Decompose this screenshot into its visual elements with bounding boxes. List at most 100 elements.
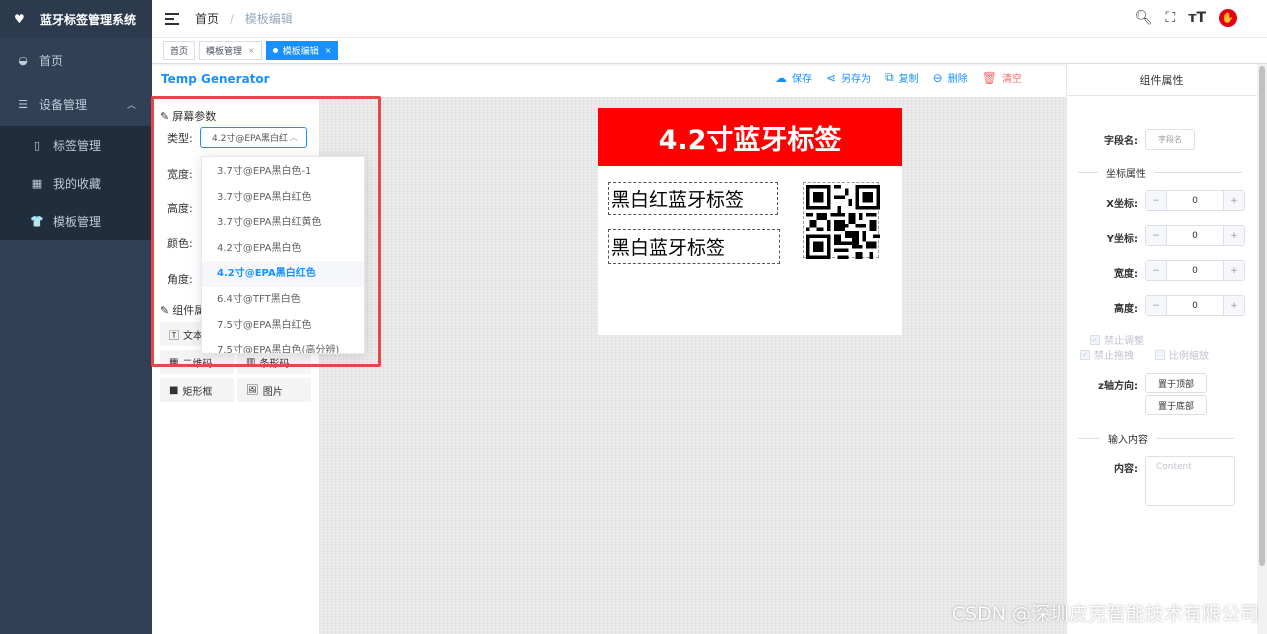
edit-icon: ✎: [160, 109, 170, 123]
edit-icon: ✎: [160, 303, 170, 317]
label-header[interactable]: 4.2寸蓝牙标签: [598, 108, 902, 166]
y-label: Y坐标:: [1106, 234, 1138, 245]
chevron-up-icon: ︿: [290, 133, 298, 142]
save-as-button[interactable]: ⋖ 另存为: [826, 70, 872, 86]
app-logo[interactable]: ♥ 蓝牙标签管理系统: [0, 0, 152, 38]
check-icon: ✓: [1090, 334, 1100, 345]
height-label: 高度:: [167, 202, 193, 215]
color-label: 颜色:: [167, 237, 193, 250]
type-select[interactable]: 4.2寸@EPA黑白红 ︿: [200, 127, 307, 148]
send-to-bottom-button[interactable]: 置于底部: [1145, 395, 1207, 415]
image-component-button[interactable]: 🖼︎ 图片: [237, 378, 311, 402]
sidebar-item-home[interactable]: ◒ 首页: [0, 38, 152, 82]
sidebar: ♥ 蓝牙标签管理系统 ◒ 首页 ☰ 设备管理 ︿ ▯ 标签管理 ▦ 我的收藏 👕…: [0, 0, 152, 634]
width-value[interactable]: 0: [1167, 261, 1223, 280]
copy-icon: ⧉: [885, 70, 894, 84]
dropdown-option[interactable]: 4.2寸@EPA黑白色: [202, 236, 364, 262]
active-dot: [272, 48, 278, 53]
disable-resize-checkbox[interactable]: ✓ 禁止调整: [1090, 332, 1144, 347]
save-button[interactable]: ☁ 保存: [775, 70, 812, 86]
y-value[interactable]: 0: [1167, 226, 1223, 245]
phone-icon: ▯: [33, 138, 41, 152]
dropdown-option[interactable]: 6.4寸@TFT黑白色: [202, 287, 364, 313]
sidebar-item-favorites[interactable]: ▦ 我的收藏: [0, 164, 152, 202]
dropdown-option-selected[interactable]: 4.2寸@EPA黑白红色: [202, 261, 364, 287]
tag-template-management[interactable]: 模板管理 ×: [199, 41, 262, 60]
width-stepper[interactable]: −0 +: [1145, 260, 1245, 281]
disable-drag-checkbox[interactable]: ✓ 禁止拖拽: [1080, 347, 1134, 362]
sidebar-item-device-management[interactable]: ☰ 设备管理 ︿: [0, 82, 152, 126]
x-label: X坐标:: [1106, 199, 1138, 210]
tag-home[interactable]: 首页: [163, 41, 196, 60]
close-icon[interactable]: ×: [325, 46, 332, 55]
minus-button[interactable]: −: [1146, 261, 1167, 280]
field-name-input[interactable]: 字段名: [1145, 129, 1195, 150]
editor-toolbar: ☁ 保存 ⋖ 另存为 ⧉ 复制 ⊖ 删除 🗑︎ 清空: [775, 70, 1022, 85]
section-title: 屏幕参数: [172, 110, 217, 123]
search-icon[interactable]: 🔍︎: [1135, 10, 1153, 26]
avatar[interactable]: ✋: [1219, 9, 1237, 27]
clear-button[interactable]: 🗑︎ 清空: [982, 70, 1022, 86]
tags-view: 首页 模板管理 × 模板编辑 ×: [152, 38, 1267, 64]
sidebar-submenu: ▯ 标签管理 ▦ 我的收藏 👕 模板管理: [0, 126, 152, 240]
component-label: 矩形框: [182, 386, 213, 398]
dropdown-option[interactable]: 7.5寸@EPA黑白色(高分辨): [202, 338, 364, 353]
width-label: 宽度:: [167, 168, 193, 181]
tag-label: 首页: [170, 47, 189, 57]
sidebar-item-tag-management[interactable]: ▯ 标签管理: [0, 126, 152, 164]
sidebar-item-label: 首页: [39, 53, 64, 68]
sidebar-item-label: 模板管理: [53, 214, 102, 229]
scrollbar-thumb[interactable]: [1259, 66, 1265, 566]
dropdown-option[interactable]: 7.5寸@EPA黑白红色: [202, 313, 364, 339]
plus-button[interactable]: +: [1223, 261, 1244, 280]
x-stepper[interactable]: −0 +: [1145, 190, 1245, 211]
height-stepper[interactable]: −0 +: [1145, 295, 1245, 316]
breadcrumb-separator: /: [229, 12, 234, 26]
hamburger-icon[interactable]: [165, 12, 179, 25]
barcode-icon: ▥: [246, 356, 256, 368]
tag-template-edit[interactable]: 模板编辑 ×: [265, 41, 339, 60]
height-prop-label: 高度:: [1114, 304, 1138, 315]
delete-label: 删除: [947, 74, 968, 85]
save-as-label: 另存为: [841, 74, 872, 85]
fullscreen-icon[interactable]: ⛶: [1166, 10, 1176, 26]
minus-button[interactable]: −: [1146, 296, 1167, 315]
close-icon[interactable]: ×: [248, 46, 255, 55]
dropdown-option[interactable]: 3.7寸@EPA黑白红色: [202, 185, 364, 211]
font-size-icon[interactable]: тT: [1188, 10, 1206, 26]
plus-button[interactable]: +: [1223, 296, 1244, 315]
breadcrumb-home[interactable]: 首页: [195, 12, 219, 26]
type-label: 类型:: [167, 132, 193, 145]
type-dropdown: 3.7寸@EPA黑白色-1 3.7寸@EPA黑白红色 3.7寸@EPA黑白红黄色…: [201, 156, 365, 354]
plus-button[interactable]: +: [1223, 191, 1244, 210]
square-icon: ■: [169, 384, 179, 396]
table-icon: ▦: [31, 176, 43, 190]
rect-component-button[interactable]: ■ 矩形框: [160, 378, 234, 402]
label-text-1[interactable]: 黑白红蓝牙标签: [608, 182, 778, 215]
scrollbar[interactable]: [1257, 64, 1267, 634]
plus-button[interactable]: +: [1223, 226, 1244, 245]
copy-button[interactable]: ⧉ 复制: [885, 70, 919, 85]
dropdown-option[interactable]: 3.7寸@EPA黑白红黄色: [202, 210, 364, 236]
minus-button[interactable]: −: [1146, 191, 1167, 210]
cloud-upload-icon: ☁: [775, 70, 787, 85]
content-textarea[interactable]: Content: [1145, 456, 1235, 506]
x-value[interactable]: 0: [1167, 191, 1223, 210]
tag-label: 模板管理: [206, 47, 243, 57]
label-text-2[interactable]: 黑白蓝牙标签: [608, 229, 780, 264]
checkbox-box: [1155, 349, 1165, 360]
bring-to-top-button[interactable]: 置于顶部: [1145, 373, 1207, 393]
breadcrumb-current: 模板编辑: [244, 12, 293, 26]
delete-button[interactable]: ⊖ 删除: [933, 70, 968, 86]
sidebar-item-template-management[interactable]: 👕 模板管理: [0, 202, 152, 240]
label-qrcode[interactable]: [803, 182, 880, 259]
y-stepper[interactable]: −0 +: [1145, 225, 1245, 246]
height-value[interactable]: 0: [1167, 296, 1223, 315]
right-panel-title: 组件属性: [1066, 64, 1257, 96]
text-icon: 🅃: [169, 330, 179, 342]
minus-button[interactable]: −: [1146, 226, 1167, 245]
watermark: CSDN @深圳皮克智能技术有限公司: [951, 603, 1259, 625]
dropdown-option[interactable]: 3.7寸@EPA黑白色-1: [202, 159, 364, 185]
ratio-scale-checkbox[interactable]: 比例缩放: [1155, 347, 1209, 362]
image-icon: 🖼︎: [246, 384, 259, 396]
